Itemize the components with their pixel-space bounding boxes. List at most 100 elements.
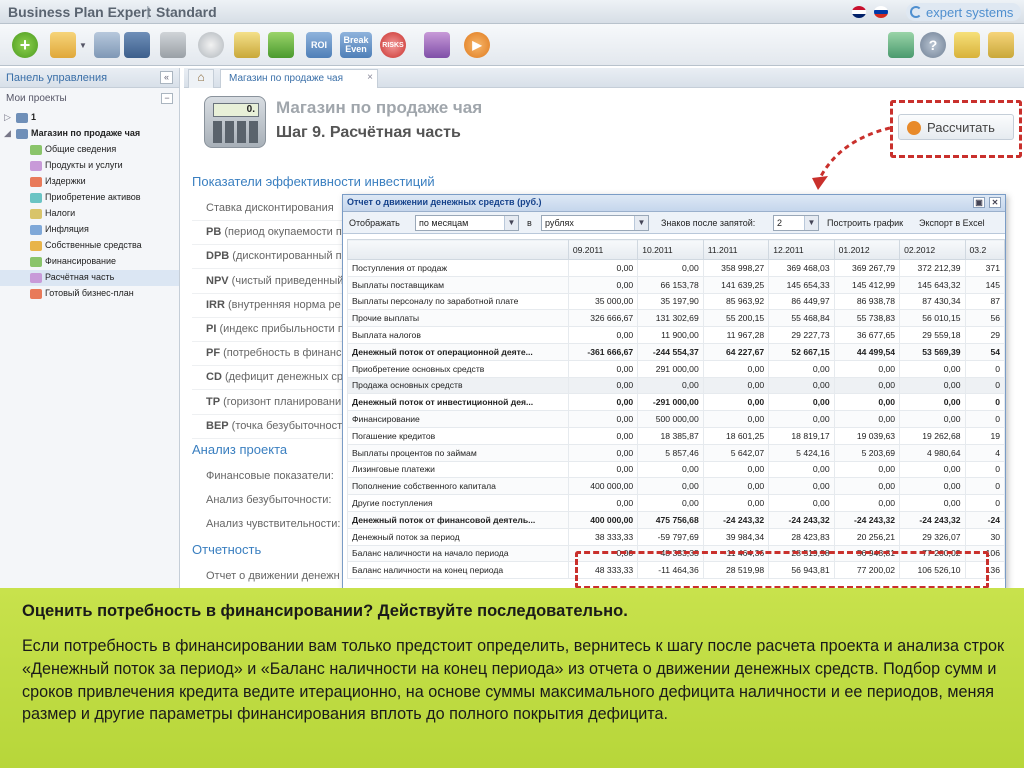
table-row[interactable]: Денежный поток за период 38 333,33 -59 797… [347,527,1005,546]
value-cell: 56 [964,309,1005,328]
table-row[interactable]: Финансирование 0,00 500 000,00 0,00 0,00 0,00… [347,410,1005,428]
analysis-link[interactable]: Финансовые показатели: [206,470,344,482]
tree-item[interactable]: ▷ 1 [0,110,179,126]
tab-strip: ⌂ Магазин по продаже чая × [184,68,1024,88]
tree-item[interactable]: Финансирование [0,254,179,270]
value-cell: 53 569,39 [899,342,966,361]
tree-item[interactable]: ◢ Магазин по продаже чая [0,126,179,142]
column-header[interactable] [347,239,569,260]
tree-item[interactable]: Инфляция [0,222,179,238]
open-dropdown-icon[interactable]: ▼ [78,32,88,58]
column-header[interactable]: 12.2011 [768,239,835,260]
efficiency-row: PF (потребность в финанс [206,347,344,359]
risks-button[interactable]: RISKS [380,32,406,58]
tree-item-icon [30,209,42,219]
build-chart-button[interactable]: Построить график [827,218,903,228]
column-header[interactable]: 10.2011 [637,239,704,260]
exchange-arrows-icon[interactable] [268,32,294,58]
value-cell: 4 [964,443,1005,462]
table-row[interactable]: Погашение кредитов 0,00 18 385,87 18 601,25… [347,426,1005,445]
settings-wheel-icon[interactable] [198,32,224,58]
roi-button[interactable]: ROI [306,32,332,58]
efficiency-row: BEP (точка безубыточност [206,420,344,432]
tree-item[interactable]: Расчётная часть [0,270,179,286]
decimals-select[interactable]: 2 ▼ [773,215,819,231]
value-cell: 0,00 [768,376,835,395]
table-row[interactable]: Продажа основных средств 0,00 0,00 0,00 0,00… [347,376,1005,395]
column-header[interactable]: 02.2012 [899,239,966,260]
currency-select[interactable]: рублях ▼ [541,215,649,231]
row-name-cell: Денежный поток от финансовой деятель... [347,510,569,529]
export-excel-button[interactable]: Экспорт в Excel [919,218,985,228]
tree-item-icon [30,193,42,203]
row-divider [192,413,342,415]
help-icon[interactable]: ? [920,32,946,58]
app-edition: Standard [156,4,217,20]
table-row[interactable]: Выплаты персоналу по заработной плате 35 … [347,292,1005,311]
value-cell: 0,00 [899,494,966,512]
new-project-icon[interactable]: + [12,32,38,58]
tree-item-label: Налоги [45,208,76,218]
close-tab-icon[interactable]: × [367,72,373,83]
value-cell: 85 963,92 [702,292,770,311]
value-cell: 145 412,99 [833,275,901,294]
tree-item[interactable]: Продукты и услуги [0,158,179,174]
russian-flag-icon[interactable] [874,6,888,18]
row-name-cell: Продажа основных средств [347,376,569,395]
tree-item[interactable]: Собственные средства [0,238,179,254]
open-project-icon[interactable] [50,32,76,58]
column-header[interactable]: 03.2 [964,239,1005,260]
delete-icon[interactable] [160,32,186,58]
efficiency-section-title: Показатели эффективности инвестиций [192,174,435,189]
home-tab[interactable]: ⌂ [188,69,214,88]
play-icon[interactable]: ▶ [464,32,490,58]
break-even-button[interactable]: Break Even [340,32,372,58]
table-row[interactable]: Приобретение основных средств 0,00 291 000… [347,359,1005,378]
table-row[interactable]: Выплата налогов 0,00 11 900,00 11 967,28 29 … [347,326,1005,344]
table-row[interactable]: Денежный поток от инвестиционной дея... 0… [347,393,1005,412]
money-bag-icon[interactable] [234,32,260,58]
tree-item[interactable]: Приобретение активов [0,190,179,206]
tree-item[interactable]: Издержки [0,174,179,190]
close-window-button[interactable]: ✕ [989,197,1001,208]
table-row[interactable]: Выплаты процентов по займам 0,00 5 857,46 5… [347,443,1005,462]
tree-toggle-icon[interactable]: ◢ [4,128,11,139]
indicator-name: (чистый приведенный [228,274,344,287]
table-row[interactable]: Лизинговые платежи 0,00 0,00 0,00 0,00 0,00 0,… [347,460,1005,479]
column-header[interactable]: 01.2012 [833,239,901,260]
value-cell: 18 601,25 [702,426,770,445]
exit-icon[interactable] [988,32,1014,58]
calculate-button[interactable]: Рассчитать [898,114,1014,140]
tree-item[interactable]: Готовый бизнес-план [0,286,179,302]
puzzle-icon[interactable] [424,32,450,58]
period-select[interactable]: по месяцам ▼ [415,215,519,231]
table-row[interactable]: Денежный поток от финансовой деятель... 4… [347,510,1005,529]
tree-item[interactable]: Общие сведения [0,142,179,158]
table-row[interactable]: Выплаты поставщикам 0,00 66 153,78 141 639,… [347,275,1005,294]
english-flag-icon[interactable] [852,6,866,18]
analysis-link[interactable]: Анализ безубыточности: [206,494,344,506]
decimals-label: Знаков после запятой: [661,218,756,228]
column-header[interactable]: 11.2011 [702,239,770,260]
value-cell: 0 [964,410,1005,428]
tree-item[interactable]: Налоги [0,206,179,222]
table-row[interactable]: Пополнение собственного капитала 400 000,… [347,477,1005,496]
maximize-window-button[interactable]: ▣ [973,197,985,208]
users-icon[interactable] [888,32,914,58]
table-row[interactable]: Поступления от продаж 0,00 0,00 358 998,27 3… [347,259,1005,277]
value-cell: 19 [964,426,1005,445]
save-icon[interactable] [124,32,150,58]
table-row[interactable]: Прочие выплаты 326 666,67 131 302,69 55 200… [347,309,1005,328]
table-row[interactable]: Денежный поток от операционной деяте... -… [347,342,1005,361]
collapse-sidebar-button[interactable]: « [160,71,173,84]
report-link[interactable]: Отчет о движении денежн [206,570,344,582]
edit-notes-icon[interactable] [954,32,980,58]
tab-project[interactable]: Магазин по продаже чая × [220,69,378,88]
copy-icon[interactable] [94,32,120,58]
column-header[interactable]: 09.2011 [567,239,639,260]
collapse-projects-button[interactable]: − [161,93,173,104]
tree-toggle-icon[interactable]: ▷ [4,112,11,123]
table-row[interactable]: Другие поступления 0,00 0,00 0,00 0,00 0,00 0,… [347,494,1005,512]
brand-mark-icon [910,6,922,18]
analysis-link[interactable]: Анализ чувствительности: [206,518,344,530]
